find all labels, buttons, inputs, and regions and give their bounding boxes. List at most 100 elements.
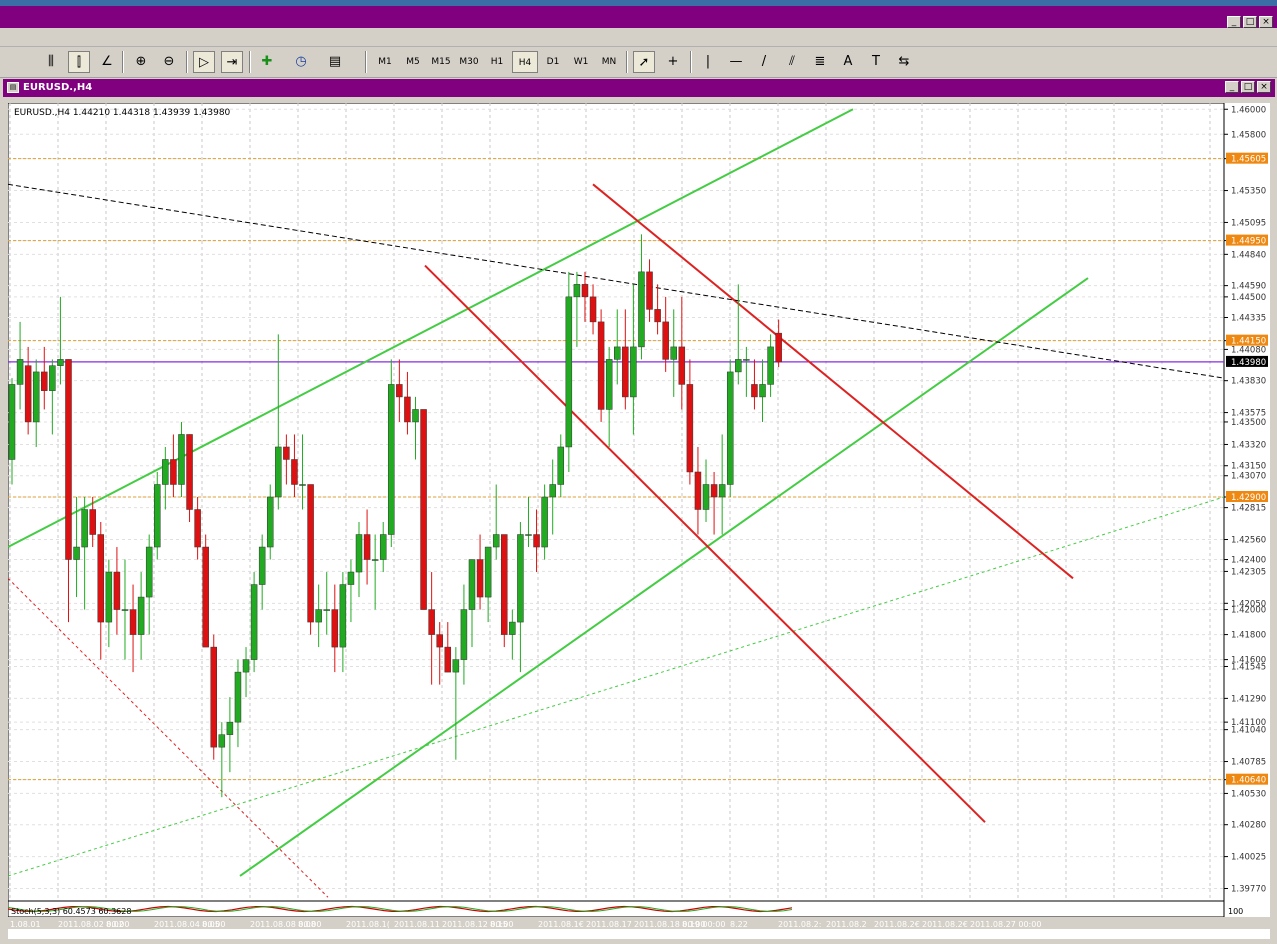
candle-body [363,534,371,560]
candle-body [581,284,589,298]
time-tick-label: 2011.08.27 00:00 [970,920,1041,929]
candle-body [630,346,637,398]
price-tick-label: 1.39770 [1231,884,1266,894]
maximize-button[interactable]: □ [1243,16,1257,28]
candle-body [299,484,306,486]
chart-close-button[interactable]: × [1257,81,1271,93]
add-indicator-icon[interactable]: ✚ [256,51,278,73]
price-tick-label: 1.40025 [1231,853,1266,863]
price-tick-label: 1.40785 [1231,758,1266,768]
candle-body [646,271,653,310]
fibonacci-icon[interactable]: ≣ [809,51,831,73]
timeframe-m30[interactable]: M30 [456,51,482,73]
candle-body [178,434,185,485]
price-tick-label: 1.42560 [1231,536,1266,546]
candle-body [162,459,169,485]
candle-body [170,459,177,485]
candle-body [226,721,234,735]
timeframe-m1[interactable]: M1 [372,51,398,73]
timeframe-mn[interactable]: MN [596,51,622,73]
candle-body [726,371,734,485]
timeframe-h4[interactable]: H4 [512,51,538,73]
candle-body [49,365,56,391]
candle-body [460,609,468,660]
line-chart-icon[interactable]: ∠ [96,51,118,73]
candlestick-chart-icon[interactable]: ⫿ [68,51,90,73]
price-tick-label: 1.42815 [1231,504,1266,514]
crosshair-icon[interactable]: + [662,51,684,73]
timeframe-h1[interactable]: H1 [484,51,510,73]
candle-body [468,559,476,610]
timeframe-d1[interactable]: D1 [540,51,566,73]
arrows-icon[interactable]: ⇆ [893,51,915,73]
cursor-icon[interactable]: ➚ [633,51,655,73]
chart-shift-icon[interactable]: ⇥ [221,51,243,73]
horizontal-line-icon[interactable]: — [725,51,747,73]
candle-body [614,346,621,360]
vertical-line-icon[interactable]: | [697,51,719,73]
price-tick-label: 1.44500 [1231,293,1266,303]
candle-body [517,534,524,623]
candle-body [57,359,64,366]
price-tick-label: 1.41545 [1231,662,1266,672]
price-tick-label: 1.45350 [1231,187,1266,197]
text-label-icon[interactable]: T [865,51,887,73]
candle-body [476,559,484,598]
price-chart[interactable]: 1.46000 1.45800 1.45605 1.45350 1.45095 1.449… [8,103,1270,939]
price-tick-label: 1.45095 [1231,218,1266,228]
candle-body [202,546,209,648]
candle-body [8,384,16,460]
candle-body [775,332,782,363]
menu-strip [0,28,1277,47]
price-tick-label: 1.43320 [1231,440,1266,450]
candle-body [105,571,113,623]
zoom-in-icon[interactable]: ⊕ [130,51,152,73]
candle-body [266,496,274,548]
candle-body [573,284,581,298]
bar-chart-icon[interactable]: ⫼ [40,51,62,73]
candle-body [525,534,532,536]
candle-body [194,509,201,548]
time-tick-label: 2011.08.2: [778,920,821,929]
candle-body [331,609,339,648]
timeframe-w1[interactable]: W1 [568,51,594,73]
text-tool-icon[interactable]: A [837,51,859,73]
time-tick-label: 8.15 [490,920,508,929]
time-tick-label: 8.19 00:00 [682,920,725,929]
timeframe-m5[interactable]: M5 [400,51,426,73]
zoom-out-icon[interactable]: ⊖ [158,51,180,73]
candle-body [710,484,718,498]
candle-body [379,534,387,560]
price-tick-label: 1.41040 [1231,726,1266,736]
main-window-controls: _ □ × [1227,16,1273,28]
candle-body [129,609,137,635]
periods-clock-icon[interactable]: ◷ [290,51,312,73]
candle-body [743,359,750,361]
chart-maximize-button[interactable]: □ [1241,81,1255,93]
candle-body [154,484,161,548]
price-tick-label: 1.44335 [1231,314,1266,324]
candle-body [484,546,492,598]
candle-body [751,384,758,398]
candle-body [121,609,129,611]
candle-body [145,546,153,598]
candle-body [218,734,226,748]
auto-scroll-icon[interactable]: ▷ [193,51,215,73]
equidistant-channel-icon[interactable]: ⫽ [781,51,803,73]
chart-window-controls: _ □ × [1225,81,1271,93]
trendline-icon[interactable]: / [753,51,775,73]
chart-minimize-button[interactable]: _ [1225,81,1239,93]
toolbar: ⫼ ⫿ ∠ ⊕ ⊖ ▷ ⇥ ✚ ◷ ▤ M1 M5 M15 M30 H1 H4 … [0,47,1277,78]
minimize-button[interactable]: _ [1227,16,1241,28]
price-tick-label: 1.41290 [1231,694,1266,704]
timeframe-m15[interactable]: M15 [428,51,454,73]
candle-body [16,359,24,385]
price-tick-label: 1.42305 [1231,567,1266,577]
candle-body [89,509,96,535]
candle-body [452,659,460,673]
candle-body [137,596,145,635]
candle-body [589,296,597,323]
close-button[interactable]: × [1259,16,1273,28]
candle-body [258,546,266,585]
templates-icon[interactable]: ▤ [324,51,346,73]
